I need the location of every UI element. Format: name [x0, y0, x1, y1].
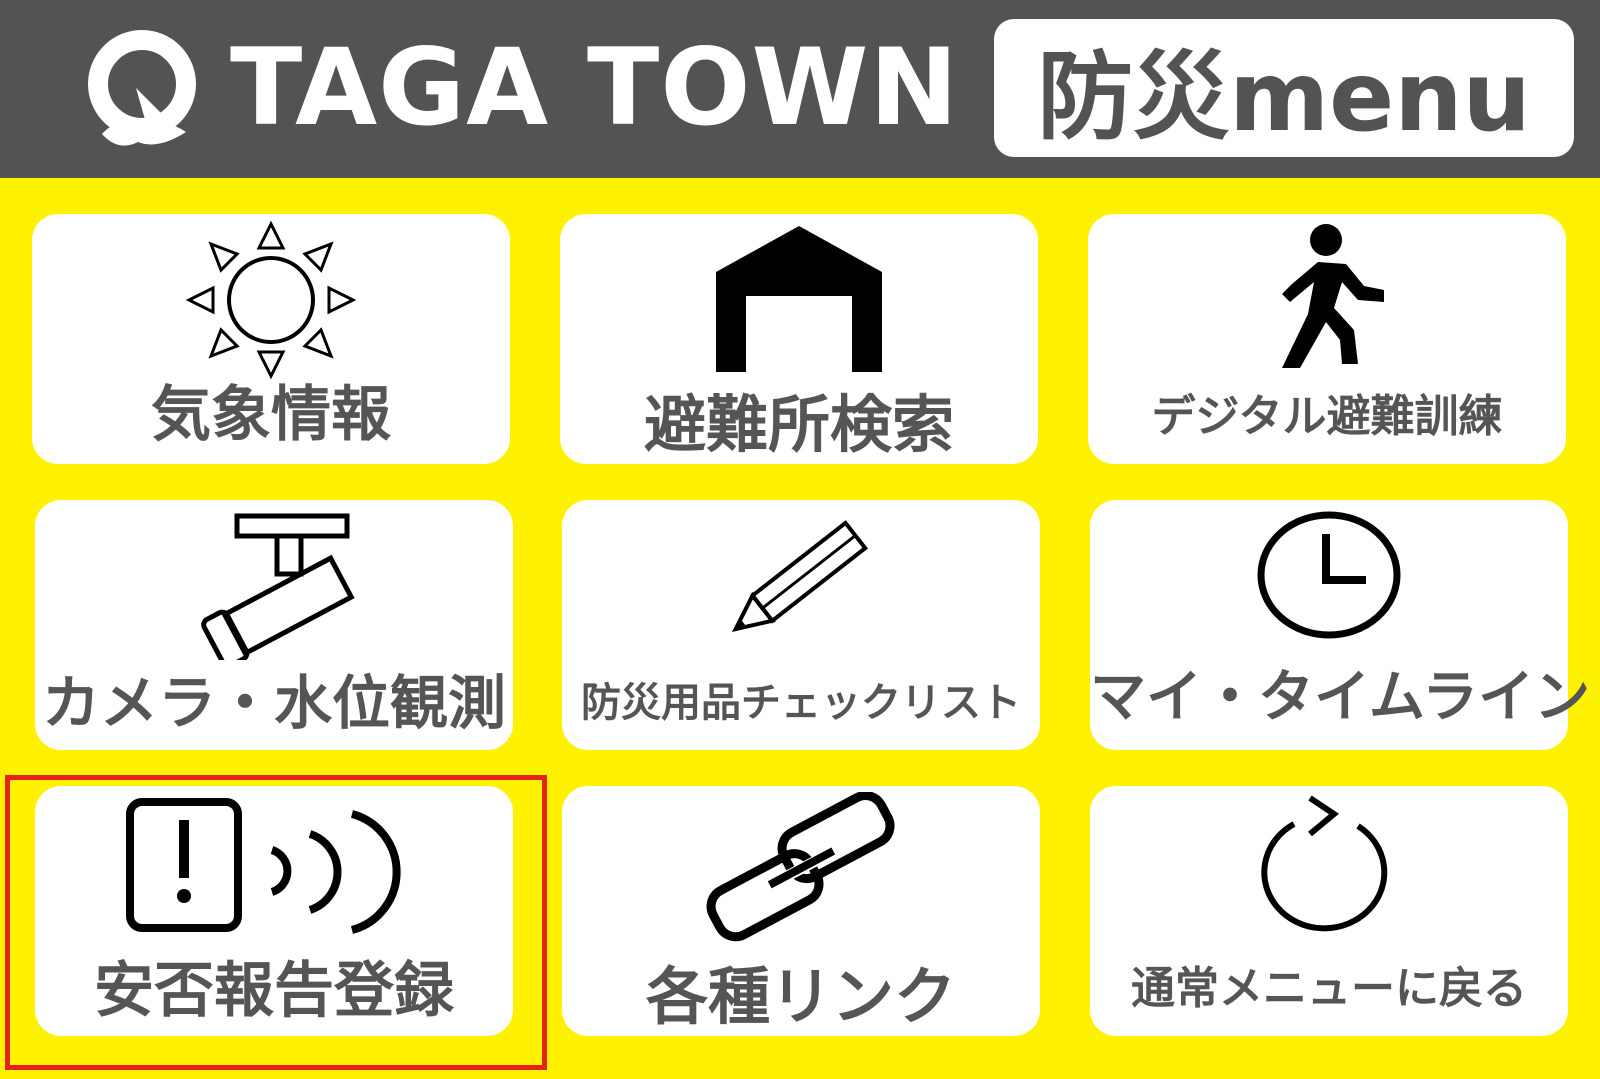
header-bar: TAGA TOWN 防災menu: [0, 0, 1600, 178]
tile-weather-info[interactable]: 気象情報: [32, 214, 510, 464]
clock-icon: [1254, 510, 1404, 644]
tile-camera-water-level[interactable]: カメラ・水位観測: [35, 500, 513, 750]
tile-label: 安否報告登録: [94, 956, 454, 1026]
link-icon: [691, 790, 911, 946]
tile-digital-drill[interactable]: デジタル避難訓練: [1088, 214, 1566, 464]
tile-label: カメラ・水位観測: [41, 669, 506, 737]
tile-label: マイ・タイムライン: [1090, 665, 1591, 730]
tile-various-links[interactable]: 各種リンク: [562, 786, 1040, 1036]
tile-label: 通常メニューに戻る: [1131, 963, 1527, 1014]
shelter-icon: [714, 224, 884, 378]
refresh-icon: [1254, 794, 1404, 938]
tile-label: デジタル避難訓練: [1151, 391, 1503, 442]
taga-logo-icon: [88, 30, 200, 150]
tile-label: 気象情報: [151, 380, 391, 450]
security-camera-icon: [189, 510, 359, 669]
tile-supplies-checklist[interactable]: 防災用品チェックリスト: [562, 500, 1040, 750]
tile-my-timeline[interactable]: マイ・タイムライン: [1090, 500, 1591, 750]
tile-shelter-search[interactable]: 避難所検索: [560, 214, 1038, 464]
pencil-icon: [716, 508, 886, 652]
tile-return-to-normal-menu[interactable]: 通常メニューに戻る: [1090, 786, 1568, 1036]
menu-title-badge: 防災menu: [994, 19, 1574, 157]
tile-label: 避難所検索: [643, 388, 954, 461]
brand-title: TAGA TOWN: [230, 26, 960, 149]
tile-label: 各種リンク: [645, 960, 956, 1033]
tile-safety-report[interactable]: 安否報告登録: [35, 786, 513, 1036]
running-person-icon: [1262, 222, 1392, 376]
alert-signal-icon: [124, 798, 424, 942]
tile-label: 防災用品チェックリスト: [581, 680, 1021, 726]
sun-icon: [181, 220, 361, 384]
